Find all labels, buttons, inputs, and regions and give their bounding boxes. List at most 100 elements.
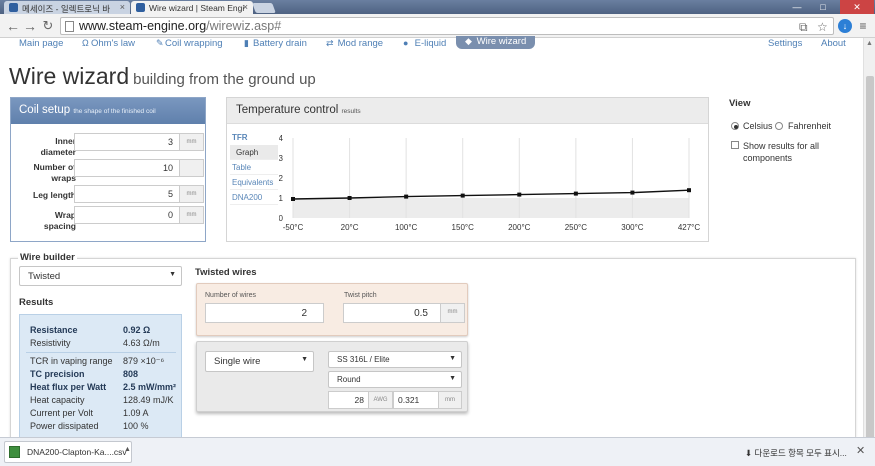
new-tab-button[interactable] [252,3,276,13]
wand-icon: ◆ [465,36,472,46]
data-point [347,196,352,200]
wrap-spacing-input[interactable]: 0 [74,206,180,224]
wire-kind-select[interactable]: Single wire ▼ [205,351,314,372]
twisted-wires-title: Twisted wires [195,267,257,278]
nav-coil-wrapping[interactable]: ✎Coil wrapping [156,38,223,49]
y-tick-label: 4 [279,134,284,143]
tab-tfr[interactable]: TFR [230,130,278,145]
shape-select[interactable]: Round ▼ [328,371,462,388]
close-icon[interactable]: × [120,2,125,12]
awg-input[interactable]: 28 [328,391,369,409]
window-close-icon[interactable]: ✕ [840,0,874,14]
x-tick-label: 100°C [395,223,418,232]
leg-length-label: Leg length [33,190,76,200]
wraps-label: Number of wraps [33,162,77,183]
fahrenheit-radio[interactable] [775,122,783,130]
diameter-input[interactable]: 0.321 [393,391,439,409]
tab-equivalents[interactable]: Equivalents [230,175,278,190]
back-arrow-icon[interactable]: ← [5,18,21,34]
chevron-down-icon: ▼ [449,375,456,382]
address-bar[interactable]: www.steam-engine.org/wirewiz.asp# ⧉ ☆ [60,17,834,35]
unit-label: mm [180,185,204,203]
page-subtitle: building from the ground up [133,71,316,88]
heat-flux-value: 2.5 mW/mm² [123,382,177,392]
chevron-down-icon: ▼ [169,271,176,278]
data-point [460,193,465,198]
nav-battery-drain[interactable]: ▮ Battery drain [244,38,307,49]
download-bar: DNA200-Clapton-Ka....csv ▲ ⬇ 다운로드 항목 모두 … [0,437,875,466]
nav-e-liquid[interactable]: ● E-liquid [403,38,446,49]
unit-label: mm [441,303,465,323]
nav-wire-wizard[interactable]: ◆ Wire wizard [456,36,536,49]
nav-ohms-law[interactable]: Ω Ohm's law [82,38,135,49]
tcr-value: 879 ×10⁻⁶ [123,356,165,366]
tcr-label: TCR in vaping range [30,356,113,366]
reload-icon[interactable]: ↻ [40,18,56,34]
close-icon[interactable]: ✕ [856,444,865,457]
csv-file-icon [9,446,20,458]
omega-icon: Ω [82,38,89,48]
y-tick-label: 0 [279,214,284,223]
leg-length-input[interactable]: 5 [74,185,180,203]
wire-type-select[interactable]: Twisted ▼ [19,266,182,286]
download-item[interactable]: DNA200-Clapton-Ka....csv [4,441,132,463]
view-title: View [729,98,751,109]
browser-tab-bar: 메세이즈 - 일렉트로닉 바 × Wire wizard | Steam Eng… [0,0,875,14]
bookmark-star-icon[interactable]: ☆ [817,20,828,34]
single-wire-panel: Single wire ▼ SS 316L / Elite ▼ Round ▼ 28 … [196,341,468,412]
show-all-label: Show results for all components [743,141,820,163]
nav-about[interactable]: About [821,38,846,49]
num-wires-input[interactable]: 2 [205,303,324,323]
maximize-icon[interactable]: □ [812,0,834,14]
x-tick-label: 20°C [341,223,359,232]
translate-icon[interactable]: ⧉ [799,20,808,35]
resistance-value: 0.92 Ω [123,325,151,335]
wire-builder-title: Wire builder [18,252,77,263]
page-title: Wire wizard building from the ground up [9,63,316,89]
scrollbar-thumb[interactable] [866,76,874,464]
tab-table[interactable]: Table [230,160,278,175]
chevron-down-icon[interactable]: ▲ [124,446,131,453]
fahrenheit-label: Fahrenheit [788,121,832,131]
resistivity-value: 4.63 Ω/m [123,338,160,348]
wraps-input[interactable]: 10 [74,159,180,177]
x-tick-label: 427°C [678,223,701,232]
download-arrow-icon: ⬇ [745,448,753,458]
inner-diameter-label: Inner diameter [40,136,76,157]
current-per-volt-value: 1.09 A [123,408,149,418]
twist-pitch-input[interactable]: 0.5 [343,303,441,323]
page-scrollbar[interactable]: ▲ [863,38,875,464]
browser-tab[interactable]: 메세이즈 - 일렉트로닉 바 × [4,1,130,14]
heat-capacity-label: Heat capacity [30,395,85,405]
material-select[interactable]: SS 316L / Elite ▼ [328,351,462,368]
data-point [573,191,578,196]
nav-main-page[interactable]: Main page [19,38,63,49]
x-tick-label: 150°C [452,223,475,232]
inner-diameter-input[interactable]: 3 [74,133,180,151]
browser-tab-active[interactable]: Wire wizard | Steam Engi × [131,1,253,14]
tab-dna200[interactable]: DNA200 [230,190,278,205]
extension-icon[interactable]: ↓ [838,19,852,33]
scroll-up-icon[interactable]: ▲ [866,40,873,47]
unit-label [180,159,204,177]
heat-capacity-value: 128.49 mJ/K [123,395,174,405]
current-per-volt-label: Current per Volt [30,408,94,418]
minimize-icon[interactable]: — [786,0,808,14]
tab-title: 메세이즈 - 일렉트로닉 바 [22,4,111,14]
data-point [291,197,295,201]
nav-settings[interactable]: Settings [768,38,802,49]
coil-setup-header: Coil setup the shape of the finished coi… [11,98,205,124]
forward-arrow-icon[interactable]: → [22,18,38,34]
show-all-checkbox[interactable] [731,141,739,149]
tab-title: Wire wizard | Steam Engi [149,3,245,13]
nav-mod-range[interactable]: ⇄ Mod range [326,38,383,49]
temperature-control-panel: Temperature control results TFR Graph Ta… [226,97,709,242]
coil-setup-panel: Coil setup the shape of the finished coi… [10,97,206,242]
celsius-radio[interactable] [731,122,739,130]
menu-icon[interactable]: ≡ [856,19,870,33]
close-icon[interactable]: × [243,2,248,12]
awg-unit: AWG [369,391,393,409]
show-all-downloads-link[interactable]: ⬇ 다운로드 항목 모두 표시... [745,447,847,459]
data-point [630,190,635,195]
tab-graph[interactable]: Graph [230,145,278,160]
